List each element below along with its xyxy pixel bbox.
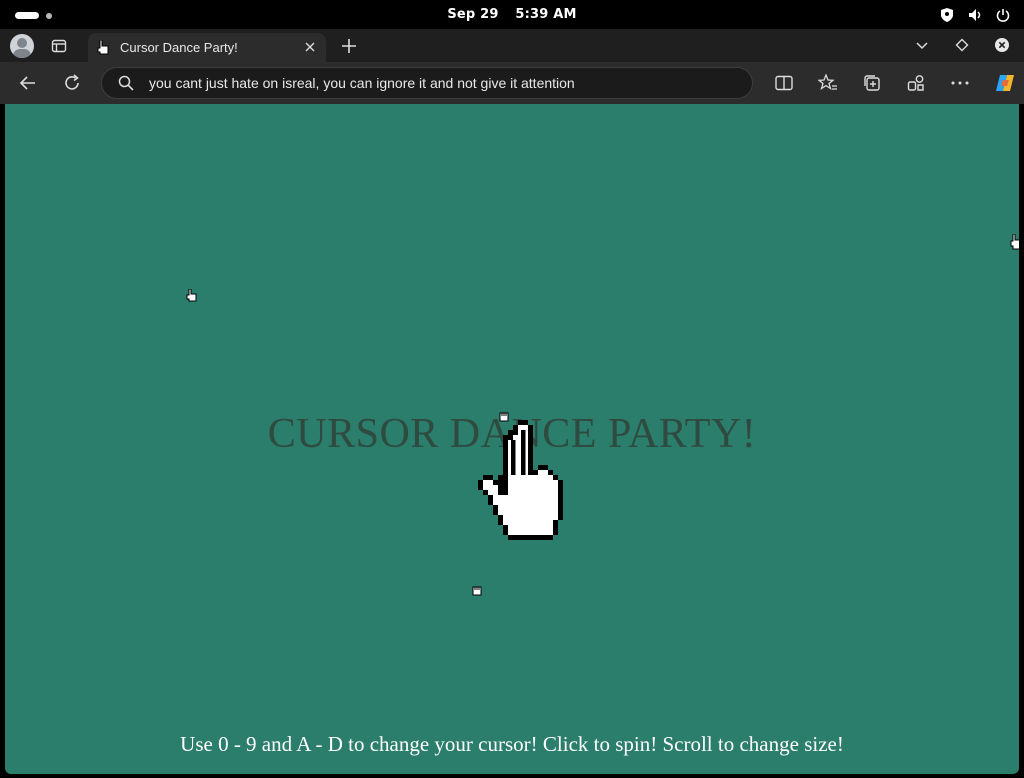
profile-icon[interactable] [10, 34, 34, 58]
new-tab-icon[interactable] [340, 37, 358, 55]
profile-body [13, 49, 31, 58]
split-screen-icon[interactable] [774, 73, 794, 93]
tab-title: Cursor Dance Party! [120, 40, 238, 55]
copilot-icon[interactable] [994, 73, 1016, 93]
extensions-icon[interactable] [906, 73, 926, 93]
browser-toolbar: you cant just hate on isreal, you can ig… [0, 62, 1024, 104]
profile-head [17, 38, 27, 48]
small-hand-cursor-icon [1010, 233, 1019, 254]
volume-icon [968, 8, 982, 22]
toolbar-actions [774, 73, 1016, 93]
search-icon [118, 75, 134, 91]
chevron-down-icon[interactable] [914, 37, 930, 53]
window-controls [914, 37, 1010, 53]
system-top-bar: Sep 29 5:39 AM [0, 0, 1024, 29]
page-content[interactable]: CURSOR DANCE PARTY! Use 0 - 9 and A - D … [5, 104, 1019, 774]
refresh-icon[interactable] [62, 73, 82, 93]
big-peace-hand-cursor-icon[interactable] [478, 420, 563, 540]
hand-cursor-favicon-icon [96, 39, 110, 56]
collections-icon[interactable] [862, 73, 882, 93]
small-hand-cursor-icon [186, 287, 197, 306]
diamond-icon[interactable] [954, 37, 970, 53]
address-text: you cant just hate on isreal, you can ig… [149, 75, 575, 91]
clock-time: 5:39 AM [515, 7, 577, 22]
active-tab[interactable]: Cursor Dance Party! [88, 33, 326, 62]
clock[interactable]: Sep 29 5:39 AM [0, 7, 1024, 22]
close-circle-icon[interactable] [994, 37, 1010, 53]
close-icon[interactable] [302, 39, 318, 55]
system-tray[interactable] [940, 7, 1010, 23]
grab-hand-cursor-icon [471, 582, 483, 601]
tab-actions-icon[interactable] [51, 38, 67, 54]
back-icon[interactable] [18, 73, 38, 93]
instructions-text: Use 0 - 9 and A - D to change your curso… [180, 732, 844, 756]
favorites-icon[interactable] [818, 73, 838, 93]
clock-date: Sep 29 [447, 7, 499, 22]
address-bar[interactable]: you cant just hate on isreal, you can ig… [101, 67, 753, 99]
more-icon[interactable] [950, 73, 970, 93]
shield-icon [940, 8, 954, 22]
power-icon [996, 8, 1010, 22]
tab-strip: Cursor Dance Party! [0, 29, 1024, 62]
